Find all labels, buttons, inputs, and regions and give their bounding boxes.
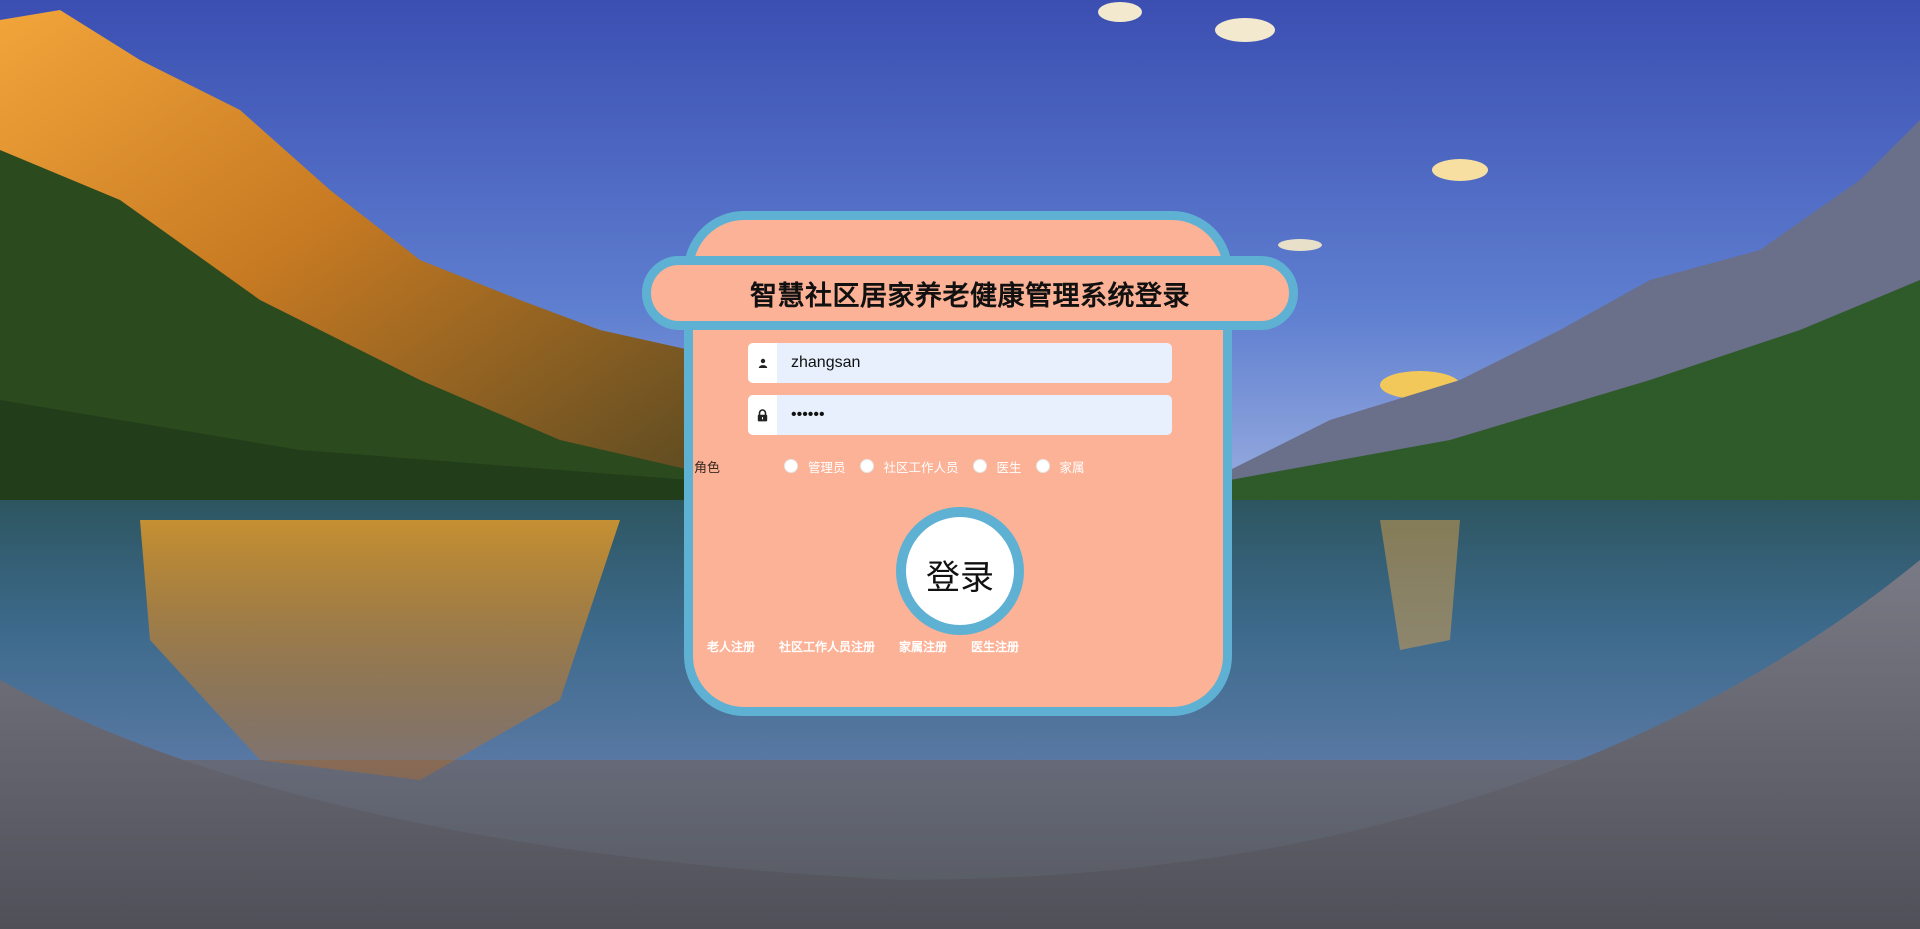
role-option-label: 家属 — [1059, 459, 1085, 475]
radio-button[interactable] — [784, 459, 798, 473]
login-button[interactable]: 登录 — [896, 507, 1024, 635]
title-banner: 智慧社区居家养老健康管理系统登录 — [642, 256, 1298, 330]
username-field[interactable] — [748, 343, 1172, 383]
role-label: 角色 — [694, 460, 721, 476]
password-field[interactable] — [748, 395, 1172, 435]
radio-button[interactable] — [859, 459, 874, 473]
login-button-label: 登录 — [926, 557, 994, 598]
lock-icon — [748, 395, 777, 435]
role-option-doctor[interactable]: 医生 — [972, 457, 1022, 476]
page-title: 智慧社区居家养老健康管理系统登录 — [750, 280, 1190, 312]
register-links: 老人注册 社区工作人员注册 家属注册 医生注册 — [707, 638, 1043, 655]
role-option-label: 社区工作人员 — [883, 459, 959, 475]
register-doctor-link[interactable]: 医生注册 — [971, 638, 1019, 655]
register-community-staff-link[interactable]: 社区工作人员注册 — [779, 638, 875, 655]
role-option-community-staff[interactable]: 社区工作人员 — [859, 457, 959, 476]
login-page: 智慧社区居家养老健康管理系统登录 角色 管理员 社区工作人员 — [0, 0, 1920, 929]
user-icon — [748, 343, 777, 383]
radio-button[interactable] — [1035, 459, 1050, 473]
username-input[interactable] — [777, 343, 1172, 383]
role-option-admin[interactable]: 管理员 — [784, 457, 846, 476]
role-selector: 角色 管理员 社区工作人员 医生 家属 — [694, 456, 1099, 476]
radio-button[interactable] — [972, 459, 987, 473]
register-elderly-link[interactable]: 老人注册 — [707, 638, 755, 655]
role-option-label: 管理员 — [808, 459, 846, 475]
password-input[interactable] — [777, 395, 1172, 435]
register-family-link[interactable]: 家属注册 — [899, 638, 947, 655]
role-option-label: 医生 — [996, 459, 1022, 475]
role-option-family[interactable]: 家属 — [1035, 457, 1085, 476]
